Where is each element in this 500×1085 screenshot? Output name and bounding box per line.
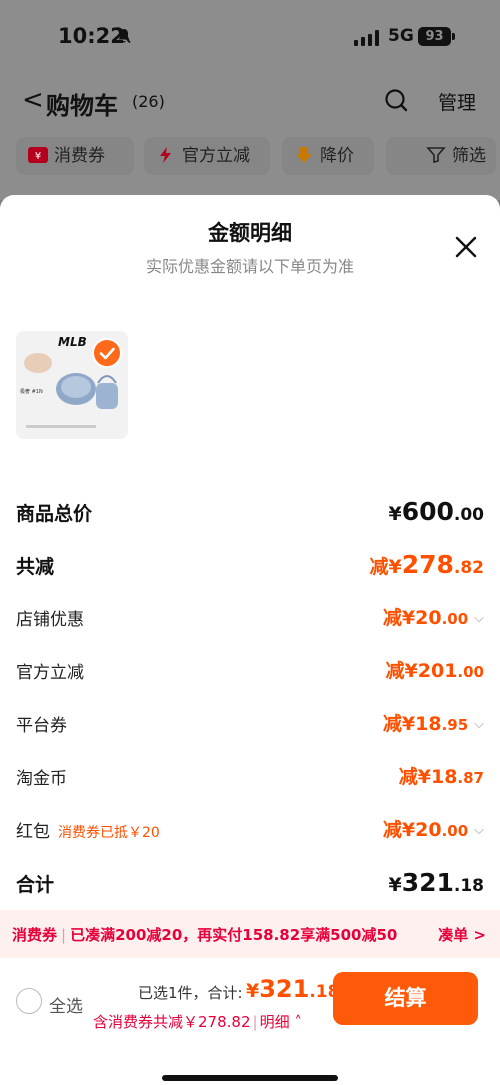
cart-count: (26) [132,92,165,111]
product-caption: 极奢 #1N [20,389,43,395]
row-label: 商品总价 [16,503,93,525]
status-time: 10:22 [58,24,125,48]
battery-cap [452,33,455,40]
home-indicator [162,1075,338,1081]
chip-price-drop[interactable]: 降价 [282,137,374,175]
page-title: 购物车 [46,92,118,120]
add-items-link[interactable]: 凑单 > [438,924,486,945]
row-value: 减¥278.82 [369,550,484,579]
row-goods-total: 商品总价 ¥600.00 [16,497,484,527]
row-red-packet[interactable]: 红包 消费券已抵￥20 减¥20.00 ⌵ [16,815,484,845]
row-label: 官方立减 [16,663,84,683]
chip-label: 消费券 [54,146,105,166]
nav-bar: < 购物车 (26) 管理 [0,80,500,124]
row-value: ¥600.00 [388,497,484,526]
manage-button[interactable]: 管理 [438,88,476,115]
red-packet-note: 消费券已抵￥20 [58,825,160,841]
sheet-title: 金额明细 [208,221,292,245]
coupon-icon: ¥ [28,139,48,163]
row-official-discount: 官方立减 减¥201.00 [16,656,484,686]
chip-label: 筛选 [452,146,486,166]
svg-text:¥: ¥ [35,151,41,162]
filter-icon [426,139,446,164]
signal-icon [354,30,380,46]
amount-detail-sheet: 金额明细 实际优惠金额请以下单页为准 MLB 极奢 #1N 商品总价 ¥600.… [0,195,500,1085]
network-type: 5G [388,26,414,46]
close-icon[interactable] [454,235,478,259]
row-value: ¥321.18 [388,868,484,897]
select-all-radio[interactable] [16,988,42,1014]
checkout-button[interactable]: 结算 [333,972,478,1025]
chip-coupon[interactable]: ¥ 消费券 [16,137,134,175]
row-label: 合计 [16,874,55,896]
row-value: 减¥201.00 [385,660,484,682]
row-shop-discount[interactable]: 店铺优惠 减¥20.00 ⌵ [16,603,484,633]
arrow-down-icon [294,139,314,163]
coupon-banner[interactable]: 消费券 | 已凑满200减20，再实付158.82享满500减50 凑单 > [0,910,500,958]
checkout-bar: 全选 已选1件，合计: ¥321.18 含消费券共减￥278.82 | 明细 ˄ 结… [0,958,500,1085]
sheet-subtitle: 实际优惠金额请以下单页为准 [145,257,354,276]
discount-summary[interactable]: 含消费券共减￥278.82 | 明细 ˄ [93,1011,302,1032]
select-all-label[interactable]: 全选 [49,992,83,1017]
row-taojinbi: 淘金币 减¥18.87 [16,762,484,792]
lightning-icon [156,139,176,163]
row-label: 淘金币 [16,769,67,789]
row-label: 平台券 [16,716,67,736]
filter-chips: ¥ 消费券 官方立减 降价 筛选 [0,137,500,175]
chevron-down-icon: ⌵ [474,823,484,838]
banner-text: 消费券 | 已凑满200减20，再实付158.82享满500减50 [12,926,398,944]
mute-bell-icon [116,28,132,48]
search-icon[interactable] [384,88,408,112]
total-amount: ¥321.18 [246,975,340,1003]
battery-icon: 93 [418,27,451,46]
chip-label: 降价 [320,146,354,166]
chip-label: 官方立减 [182,146,250,166]
chevron-down-icon: ⌵ [474,717,484,732]
row-label: 店铺优惠 [16,610,84,630]
row-label: 红包 消费券已抵￥20 [16,822,160,842]
chip-official-discount[interactable]: 官方立减 [144,137,270,175]
row-value: 减¥20.00 ⌵ [382,819,484,841]
row-grand-total: 合计 ¥321.18 [16,868,484,898]
status-bar: 10:22 5G 93 [0,0,500,70]
row-value: 减¥18.87 [398,766,484,788]
selected-check-icon[interactable] [92,338,122,368]
row-total-discount: 共减 减¥278.82 [16,550,484,580]
row-label: 共减 [16,556,55,578]
chevron-down-icon: ⌵ [474,611,484,626]
selected-info: 已选1件，合计: [138,984,243,1002]
row-value: 减¥20.00 ⌵ [382,607,484,629]
chip-filter[interactable]: 筛选 [386,137,496,175]
row-platform-coupon[interactable]: 平台券 减¥18.95 ⌵ [16,709,484,739]
row-value: 减¥18.95 ⌵ [382,713,484,735]
chevron-up-icon: ˄ [289,1013,302,1031]
back-button[interactable]: < [22,86,44,114]
